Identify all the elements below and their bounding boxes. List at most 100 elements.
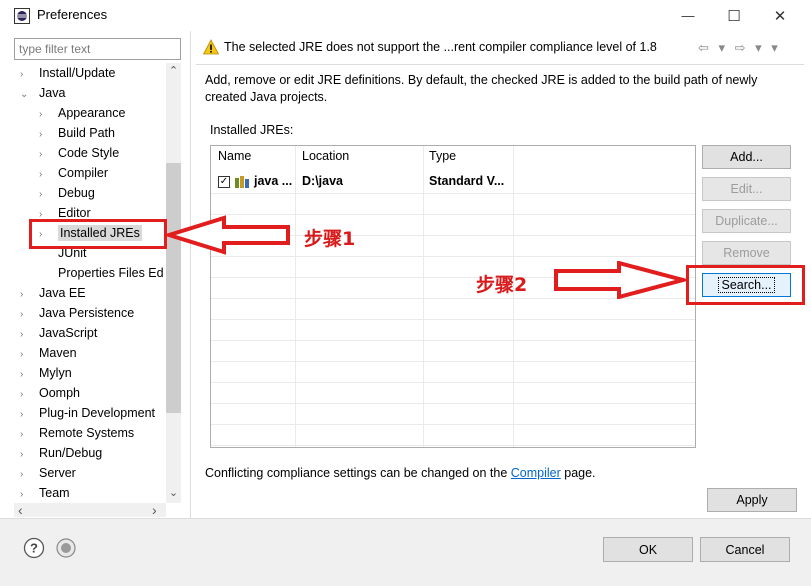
tree-item-label: Remote Systems — [39, 426, 135, 440]
remove-jre-button[interactable]: Remove — [702, 241, 791, 265]
tree-item-label: Appearance — [58, 106, 126, 120]
chevron-icon[interactable]: › — [20, 305, 32, 325]
tree-item-run-debug[interactable]: › Run/Debug — [20, 443, 102, 463]
tree-item-label: Compiler — [58, 166, 109, 180]
warning-icon — [203, 39, 219, 55]
tree-item-remote-systems[interactable]: › Remote Systems — [20, 423, 134, 443]
scroll-right-icon[interactable]: › — [152, 502, 157, 518]
edit-jre-button[interactable]: Edit... — [702, 177, 791, 201]
tree-item-javascript[interactable]: › JavaScript — [20, 323, 97, 343]
jre-name-cell: java ... — [254, 174, 293, 188]
svg-text:?: ? — [30, 541, 38, 556]
window-title: Preferences — [37, 7, 108, 22]
eclipse-icon — [14, 8, 30, 24]
tree-item-install-update[interactable]: › Install/Update — [20, 63, 115, 83]
header-divider — [196, 64, 804, 65]
close-button[interactable]: ✕ — [757, 0, 803, 31]
tree-item-oomph[interactable]: › Oomph — [20, 383, 80, 403]
chevron-icon[interactable]: ⌄ — [20, 85, 32, 105]
tree-item-label: Mylyn — [39, 366, 72, 380]
chevron-icon[interactable]: › — [20, 345, 32, 365]
column-header-type[interactable]: Type — [429, 149, 456, 163]
column-header-name[interactable]: Name — [218, 149, 251, 163]
tree-item-java-ee[interactable]: › Java EE — [20, 283, 86, 303]
scroll-down-icon[interactable]: ⌄ — [166, 486, 181, 502]
tree-item-label: Debug — [58, 186, 95, 200]
tree-item-label: Java EE — [39, 286, 86, 300]
tree-item-label: Code Style — [58, 146, 120, 160]
tree-horizontal-scrollbar[interactable] — [14, 503, 166, 517]
cancel-button[interactable]: Cancel — [700, 537, 790, 562]
tree-item-mylyn[interactable]: › Mylyn — [20, 363, 72, 383]
page-description: Add, remove or edit JRE definitions. By … — [205, 73, 758, 104]
tree-item-maven[interactable]: › Maven — [20, 343, 77, 363]
tree-item-appearance[interactable]: › Appearance — [39, 103, 125, 123]
filter-input[interactable] — [14, 38, 181, 60]
step1-label: 步骤1 — [304, 228, 356, 250]
column-header-location[interactable]: Location — [302, 149, 349, 163]
tree-scroll-thumb[interactable] — [166, 163, 181, 413]
tree-item-label: Run/Debug — [39, 446, 103, 460]
chevron-icon[interactable]: › — [20, 425, 32, 445]
ok-button[interactable]: OK — [603, 537, 693, 562]
chevron-icon[interactable]: › — [20, 485, 32, 503]
step2-highlight-box — [686, 265, 805, 305]
tree-item-java-persistence[interactable]: › Java Persistence — [20, 303, 134, 323]
tree-item-code-style[interactable]: › Code Style — [39, 143, 119, 163]
chevron-icon[interactable]: › — [20, 285, 32, 305]
tree-item-label: Plug-in Development — [39, 406, 156, 420]
tree-item-java[interactable]: ⌄ Java — [20, 83, 65, 103]
tree-item-team[interactable]: › Team — [20, 483, 70, 503]
scroll-left-icon[interactable]: ‹ — [18, 502, 23, 518]
preference-tree: › Install/Update ⌄ Java › Appearance › Build Pa… — [14, 63, 166, 503]
chevron-icon[interactable]: › — [39, 185, 51, 205]
minimize-icon: — — [681, 8, 695, 23]
step1-highlight-box — [29, 219, 167, 249]
duplicate-jre-button[interactable]: Duplicate... — [702, 209, 791, 233]
scroll-up-icon[interactable]: ⌃ — [166, 64, 181, 80]
compiler-link[interactable]: Compiler — [511, 466, 561, 480]
record-macro-icon[interactable] — [55, 537, 77, 559]
tree-item-label: Build Path — [58, 126, 115, 140]
chevron-icon[interactable]: › — [39, 105, 51, 125]
jre-checkbox[interactable]: ✓ — [218, 176, 230, 188]
tree-item-label: Properties Files Ed — [58, 266, 164, 280]
tree-item-label: Editor — [58, 206, 91, 220]
history-nav-icons[interactable]: ⇦ ▾ ⇨ ▾ ▾ — [698, 40, 781, 56]
chevron-icon[interactable]: › — [20, 445, 32, 465]
tree-item-label: Server — [39, 466, 76, 480]
chevron-icon[interactable]: › — [20, 325, 32, 345]
maximize-button[interactable]: ☐ — [711, 0, 757, 31]
chevron-icon[interactable]: › — [39, 125, 51, 145]
tree-item-plug-in-development[interactable]: › Plug-in Development — [20, 403, 155, 423]
tree-item-label: Install/Update — [39, 66, 116, 80]
jre-library-icon — [235, 176, 249, 188]
tree-item-compiler[interactable]: › Compiler — [39, 163, 108, 183]
jre-type-cell: Standard V... — [429, 174, 505, 188]
tree-item-properties-files-ed[interactable]: Properties Files Ed — [39, 263, 164, 283]
tree-item-label: Team — [39, 486, 70, 500]
step2-arrow-icon — [554, 261, 686, 299]
chevron-icon[interactable]: › — [39, 145, 51, 165]
chevron-icon[interactable]: › — [20, 405, 32, 425]
tree-item-label: Java Persistence — [39, 306, 135, 320]
chevron-icon[interactable]: › — [20, 385, 32, 405]
chevron-icon[interactable]: › — [20, 365, 32, 385]
apply-button[interactable]: Apply — [707, 488, 797, 512]
tree-item-label: Oomph — [39, 386, 80, 400]
chevron-icon[interactable]: › — [39, 165, 51, 185]
chevron-icon[interactable]: › — [20, 65, 32, 85]
tree-item-label: Java — [39, 86, 66, 100]
help-icon[interactable]: ? — [23, 537, 45, 559]
chevron-icon[interactable]: › — [20, 465, 32, 485]
panel-divider — [190, 31, 191, 518]
jre-location-cell: D:\java — [302, 174, 343, 188]
add-jre-button[interactable]: Add... — [702, 145, 791, 169]
tree-item-server[interactable]: › Server — [20, 463, 76, 483]
tree-item-label: Maven — [39, 346, 77, 360]
installed-jres-label: Installed JREs: — [210, 123, 294, 137]
tree-item-build-path[interactable]: › Build Path — [39, 123, 115, 143]
close-icon: ✕ — [773, 7, 787, 25]
minimize-button[interactable]: — — [665, 0, 711, 31]
tree-item-debug[interactable]: › Debug — [39, 183, 95, 203]
